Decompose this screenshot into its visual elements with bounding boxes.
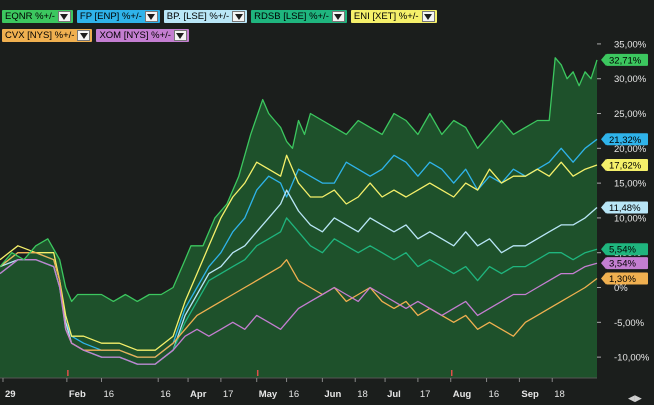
legend-row-1: EQNR %+/- FP [ENP] %+/- BP. [LSE] %+/- R… (2, 10, 437, 23)
legend-label: CVX [NYS] %+/- (5, 30, 75, 41)
legend-chip-xom[interactable]: XOM [NYS] %+/- (96, 29, 189, 42)
legend-row-2: CVX [NYS] %+/- XOM [NYS] %+/- (2, 29, 189, 42)
x-tick-label: 18 (357, 389, 368, 400)
x-tick-label: 16 (103, 389, 114, 400)
legend-label: FP [ENP] %+/- (79, 11, 142, 22)
legend-chip-eni[interactable]: ENI [XET] %+/- (350, 10, 437, 23)
legend-chip-fp[interactable]: FP [ENP] %+/- (76, 10, 160, 23)
chevron-down-icon[interactable] (57, 11, 71, 22)
x-tick-label: Jun (324, 389, 341, 400)
chevron-down-icon[interactable] (173, 30, 187, 41)
chevron-down-icon[interactable] (144, 11, 158, 22)
x-tick-label: 16 (489, 389, 500, 400)
chart-window: 29 Feb 16 16 Apr 17 May 16 Jun 18 Jul 17 Aug 16 Sep 18 ◀… (0, 0, 654, 405)
chevron-down-icon[interactable] (331, 11, 345, 22)
x-tick-label: Sep (521, 389, 539, 400)
legend-label: ENI [XET] %+/- (353, 11, 419, 22)
x-tick-label: 16 (160, 389, 171, 400)
end-value-label: 17,62% (609, 161, 642, 172)
end-value-label: 5,54% (609, 245, 636, 256)
x-tick-label: 29 (5, 389, 16, 400)
legend-label: RDSB [LSE] %+/- (254, 11, 329, 22)
y-tick-label: 25,00% (614, 109, 647, 120)
x-tick-label: 18 (554, 389, 565, 400)
x-tick-label: Feb (69, 389, 86, 400)
scroll-arrows-icon[interactable]: ◀▶ (628, 393, 642, 403)
y-tick-label: -10,00% (614, 353, 650, 364)
end-value-label: 32,71% (609, 55, 642, 66)
legend-chip-cvx[interactable]: CVX [NYS] %+/- (2, 29, 93, 42)
chevron-down-icon[interactable] (421, 11, 435, 22)
end-value-label: 3,54% (609, 259, 636, 270)
legend-label: EQNR %+/- (5, 11, 55, 22)
y-tick-label: 10,00% (614, 213, 647, 224)
x-tick-label: 17 (420, 389, 431, 400)
end-value-label: 1,30% (609, 274, 636, 285)
legend-chip-eqnr[interactable]: EQNR %+/- (2, 10, 73, 23)
legend-chip-bp[interactable]: BP. [LSE] %+/- (163, 10, 248, 23)
price-chart[interactable]: 29 Feb 16 16 Apr 17 May 16 Jun 18 Jul 17 Aug 16 Sep 18 ◀… (0, 0, 654, 405)
end-value-label: 11,48% (609, 203, 641, 214)
x-tick-label: Aug (453, 389, 472, 400)
x-tick-label: Jul (387, 389, 401, 400)
legend-label: BP. [LSE] %+/- (166, 11, 230, 22)
y-tick-label: 30,00% (614, 74, 647, 85)
chevron-down-icon[interactable] (77, 30, 91, 41)
y-tick-label: 15,00% (614, 179, 647, 190)
y-tick-label: 35,00% (614, 39, 647, 50)
end-value-label: 21,32% (609, 135, 642, 146)
legend-label: XOM [NYS] %+/- (99, 30, 171, 41)
legend-chip-rdsb[interactable]: RDSB [LSE] %+/- (251, 10, 347, 23)
x-tick-label: 17 (223, 389, 234, 400)
x-tick-label: May (259, 389, 278, 400)
x-tick-label: Apr (190, 389, 207, 400)
x-tick-label: 16 (289, 389, 300, 400)
chevron-down-icon[interactable] (232, 11, 246, 22)
y-tick-label: -5,00% (614, 318, 645, 329)
